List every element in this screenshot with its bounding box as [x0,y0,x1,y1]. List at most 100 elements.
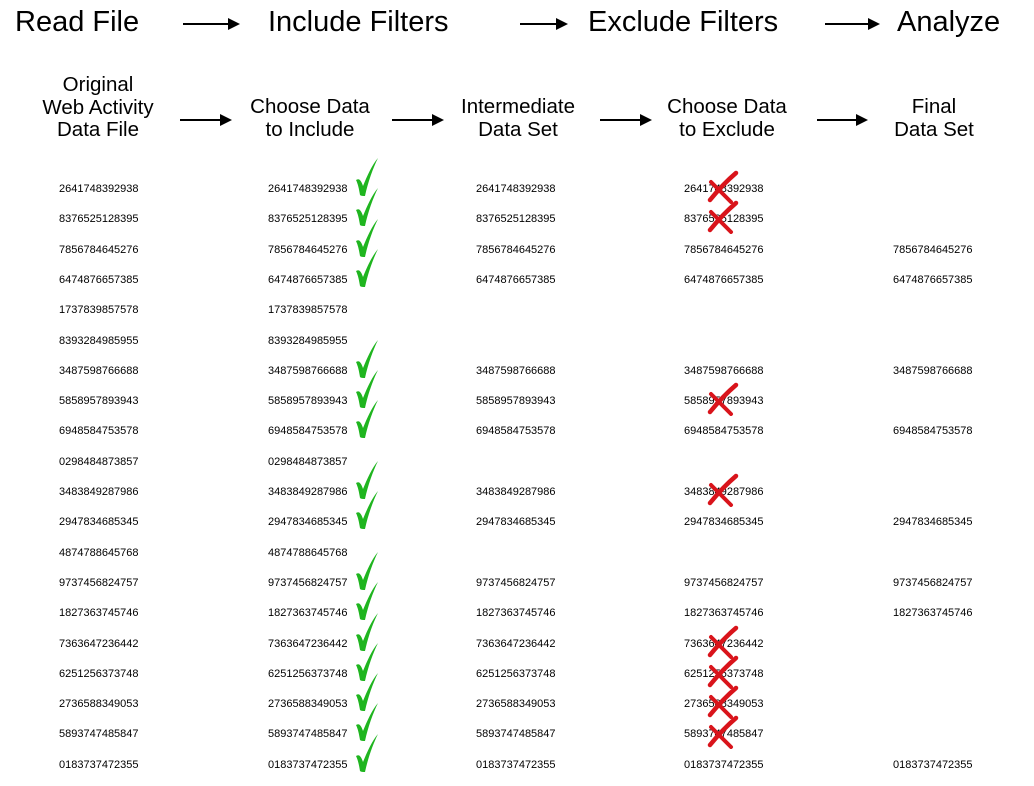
header-final-data-set: Final Data Set [849,95,1019,141]
cell-choose-data-to-include: 8376525128395 [268,213,348,226]
green-checkmark-icon [356,491,378,530]
header-line: to Exclude [679,117,775,141]
cell-choose-data-to-include: 7363647236442 [268,637,348,650]
stage-arrow-icon [520,18,568,30]
cell-choose-data-to-exclude: 6474876657385 [684,273,764,286]
stage-exclude-filters: Exclude Filters [588,6,779,38]
cell-choose-data-to-exclude: 1827363745746 [684,607,764,620]
stage-arrow-icon [825,18,880,30]
cell-original-data-file: 8393284985955 [59,334,139,347]
cell-choose-data-to-include: 3483849287986 [268,486,348,498]
cell-original-data-file: 8376525128395 [59,213,139,226]
cell-final-data-set: 1827363745746 [893,607,973,620]
right-arrow-icon [180,114,232,126]
cell-intermediate-data-set: 8376525128395 [476,213,556,226]
green-checkmark-icon [356,733,378,772]
cell-choose-data-to-include: 6948584753578 [268,425,348,438]
header-line: Data Set [478,117,558,141]
cell-choose-data-to-exclude: 0183737472355 [684,758,764,771]
cell-intermediate-data-set: 0183737472355 [476,758,556,771]
right-arrow-icon [600,114,652,126]
cell-original-data-file: 7856784645276 [59,243,139,256]
cell-final-data-set: 6948584753578 [893,425,973,438]
cell-original-data-file: 2947834685345 [59,516,139,529]
cell-intermediate-data-set: 2736588349053 [476,698,556,711]
green-checkmark-icon [356,400,378,439]
cell-choose-data-to-exclude: 5893747485847 [684,728,764,741]
cell-intermediate-data-set: 5858957893943 [476,395,556,408]
cell-choose-data-to-include: 0183737472355 [268,758,348,771]
cell-original-data-file: 6948584753578 [59,425,139,438]
green-checkmark-icon [356,158,378,196]
green-checkmark-icon [356,461,378,499]
cell-original-data-file: 2641748392938 [59,183,139,195]
header-line: to Include [265,117,355,141]
cell-intermediate-data-set: 7856784645276 [476,243,556,256]
cell-original-data-file: 6251256373748 [59,667,139,680]
stage-include-filters: Include Filters [268,6,449,38]
cell-choose-data-to-exclude: 5858957893943 [684,395,764,408]
cell-original-data-file: 9737456824757 [59,576,139,589]
cell-choose-data-to-include: 2736588349053 [268,698,348,711]
cell-original-data-file: 1737839857578 [59,304,139,317]
cell-choose-data-to-include: 2641748392938 [268,183,348,195]
cell-original-data-file: 6474876657385 [59,273,139,286]
cell-final-data-set: 0183737472355 [893,758,973,771]
cell-intermediate-data-set: 2947834685345 [476,516,556,529]
cell-intermediate-data-set: 6474876657385 [476,273,556,286]
green-checkmark-icon [356,551,378,590]
cell-choose-data-to-exclude: 7363647236442 [684,637,764,650]
header-choose-data-to-exclude: Choose Data to Exclude [642,95,812,141]
cell-intermediate-data-set: 6948584753578 [476,425,556,438]
cell-original-data-file: 5893747485847 [59,728,139,741]
cell-choose-data-to-include: 8393284985955 [268,334,348,347]
cell-choose-data-to-include: 2947834685345 [268,516,348,529]
green-checkmark-icon [356,703,378,742]
right-arrow-icon [817,114,868,126]
cell-choose-data-to-exclude: 2736588349053 [684,698,764,711]
right-arrow-icon [392,114,444,126]
cell-original-data-file: 0183737472355 [59,758,139,771]
cell-original-data-file: 2736588349053 [59,698,139,711]
cell-intermediate-data-set: 3487598766688 [476,364,556,377]
cell-choose-data-to-include: 5893747485847 [268,728,348,741]
green-checkmark-icon [356,188,378,227]
cell-choose-data-to-include: 1827363745746 [268,607,348,620]
cell-choose-data-to-include: 0298484873857 [268,455,348,468]
header-line: Original [62,73,134,96]
cell-choose-data-to-include: 1737839857578 [268,304,348,317]
cell-choose-data-to-exclude: 7856784645276 [684,243,764,256]
header-line: Choose Data [667,95,787,118]
stage-read-file: Read File [15,6,140,38]
header-intermediate-data-set: Intermediate Data Set [433,95,603,141]
cell-intermediate-data-set: 7363647236442 [476,637,556,650]
header-line: Final [911,95,957,118]
cell-final-data-set: 6474876657385 [893,273,973,286]
cell-original-data-file: 5858957893943 [59,395,139,408]
cell-choose-data-to-exclude: 2947834685345 [684,516,764,529]
cell-choose-data-to-include: 5858957893943 [268,395,348,408]
cell-choose-data-to-include: 4874788645768 [268,546,348,559]
green-checkmark-icon [356,582,378,621]
green-checkmark-icon [356,248,378,287]
cell-final-data-set: 2947834685345 [893,516,973,529]
cell-intermediate-data-set: 1827363745746 [476,607,556,620]
cell-choose-data-to-include: 3487598766688 [268,364,348,377]
cell-final-data-set: 3487598766688 [893,364,973,377]
green-checkmark-icon [356,370,378,409]
cell-original-data-file: 3487598766688 [59,364,139,377]
cell-intermediate-data-set: 3483849287986 [476,486,556,498]
cell-choose-data-to-exclude: 8376525128395 [684,213,764,226]
header-line: Data Set [894,117,974,141]
green-checkmark-icon [356,218,378,257]
header-line: Web Activity [42,95,154,119]
cell-intermediate-data-set: 2641748392938 [476,183,556,195]
cell-original-data-file: 0298484873857 [59,455,139,468]
cell-final-data-set: 9737456824757 [893,576,973,589]
cell-choose-data-to-exclude: 6251256373748 [684,667,764,680]
stage-arrow-icon [183,18,240,30]
header-choose-data-to-include: Choose Data to Include [225,95,395,141]
cell-choose-data-to-exclude: 3487598766688 [684,364,764,377]
green-checkmark-icon [356,642,378,681]
cell-original-data-file: 4874788645768 [59,546,139,559]
